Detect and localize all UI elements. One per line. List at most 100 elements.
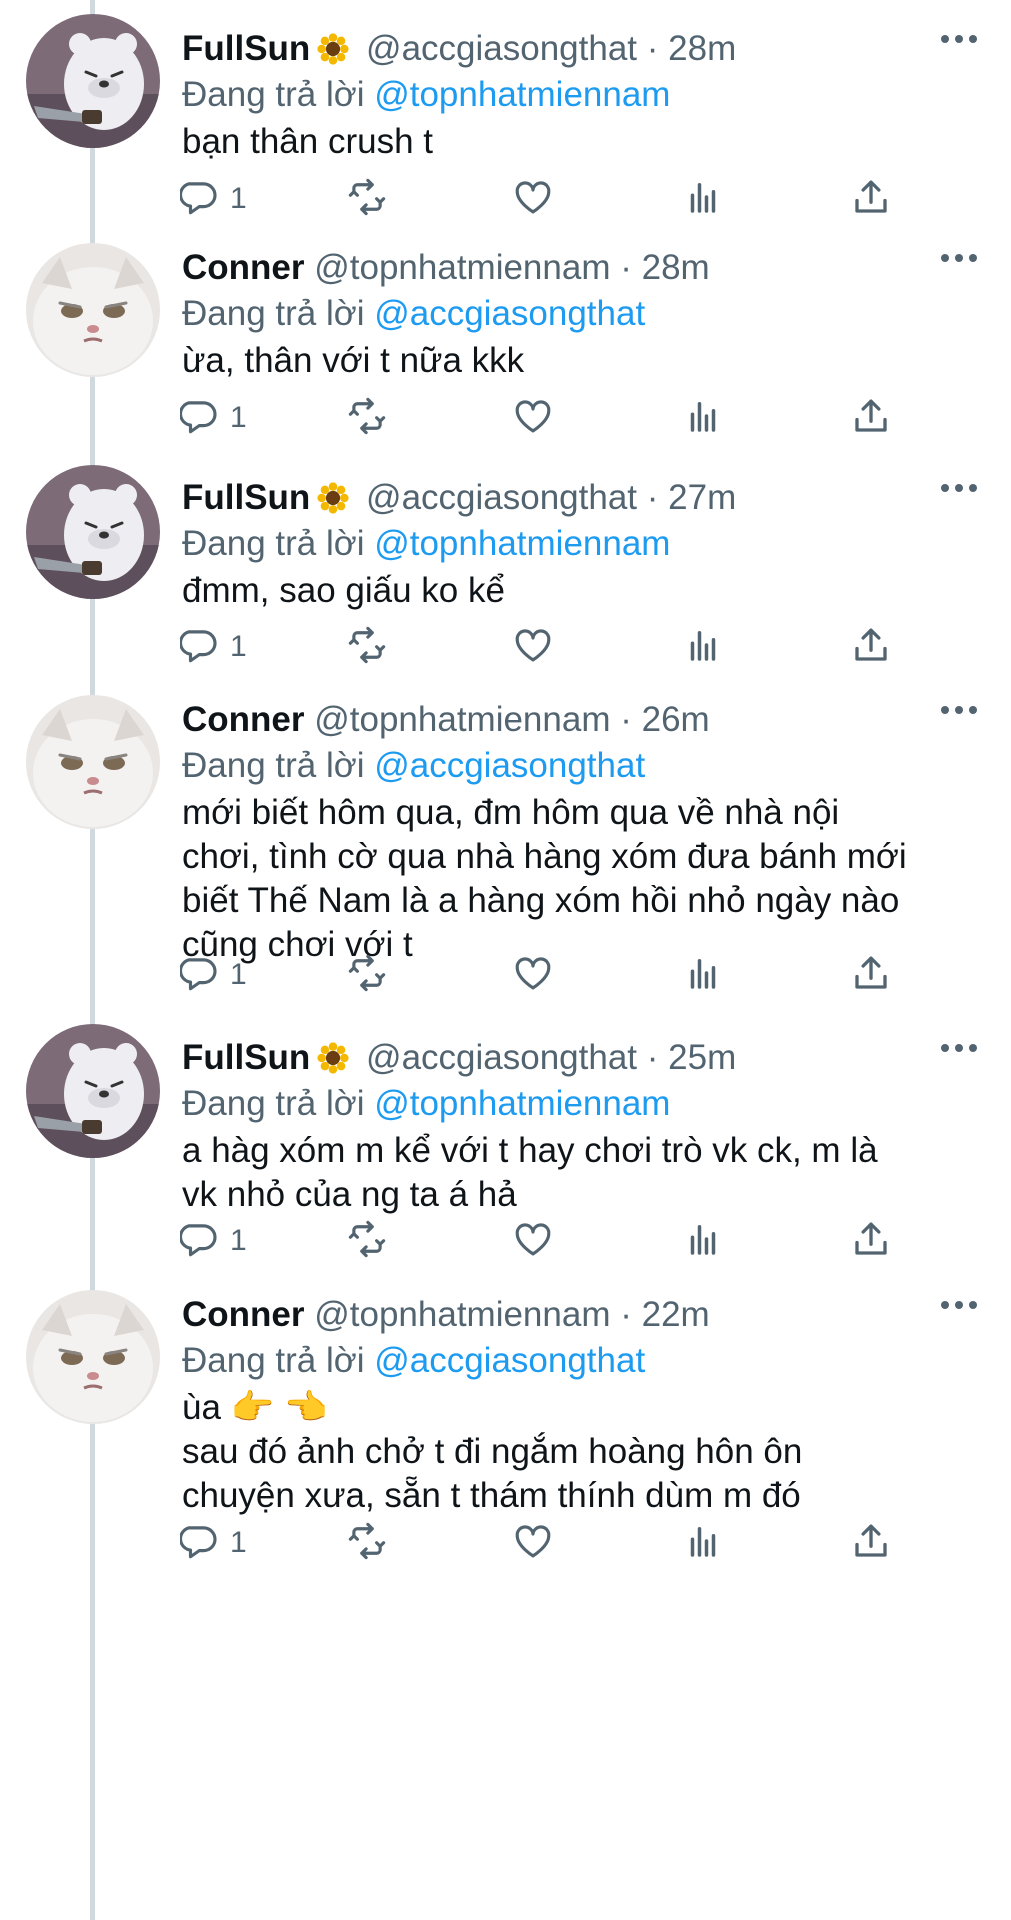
analytics-icon [682,624,724,671]
more-icon[interactable] [937,24,981,54]
author-name[interactable]: Conner [182,1295,305,1334]
separator: · [646,478,659,517]
analytics-icon [682,1218,724,1265]
more-icon[interactable] [937,1033,981,1063]
retweet-button[interactable] [346,174,388,224]
replying-to: Đang trả lời @topnhatmiennam [182,1083,670,1125]
tweet-header: FullSun @accgiasongthat · 27m [182,477,736,519]
replying-to-label: Đang trả lời [182,294,365,333]
author-name[interactable]: Conner [182,700,305,739]
analytics-button[interactable] [682,1518,724,1568]
share-icon [850,1218,892,1265]
like-button[interactable] [512,174,554,224]
author-handle[interactable]: @topnhatmiennam [314,248,610,287]
like-button[interactable] [512,393,554,443]
analytics-icon [682,176,724,223]
like-button[interactable] [512,1216,554,1266]
like-button[interactable] [512,622,554,672]
retweet-icon [346,176,388,223]
retweet-icon [346,952,388,999]
share-icon [850,395,892,442]
tweet-header: Conner @topnhatmiennam · 26m [182,699,710,741]
retweet-button[interactable] [346,1216,388,1266]
analytics-button[interactable] [682,622,724,672]
reply-icon [178,176,222,223]
author-name[interactable]: FullSun [182,1038,310,1077]
reply-button[interactable]: 1 [178,1216,247,1266]
more-icon[interactable] [937,1290,981,1320]
share-button[interactable] [850,174,892,224]
bear-avatar[interactable] [26,14,160,148]
tweet-header: Conner @topnhatmiennam · 22m [182,1294,710,1336]
reply-count: 1 [230,630,247,663]
share-button[interactable] [850,950,892,1000]
replying-to-label: Đang trả lời [182,75,365,114]
reply-icon [178,624,222,671]
analytics-button[interactable] [682,1216,724,1266]
analytics-icon [682,1520,724,1567]
analytics-button[interactable] [682,950,724,1000]
bear-avatar[interactable] [26,465,160,599]
share-button[interactable] [850,393,892,443]
tweet-actions: 1 [0,1216,1011,1266]
like-icon [512,176,554,223]
share-button[interactable] [850,1216,892,1266]
reply-button[interactable]: 1 [178,1518,247,1568]
tweet-actions: 1 [0,1518,1011,1568]
retweet-button[interactable] [346,1518,388,1568]
timestamp[interactable]: 26m [642,700,710,739]
more-icon[interactable] [937,695,981,725]
tweet-text: mới biết hôm qua, đm hôm qua về nhà nội … [182,793,907,964]
retweet-button[interactable] [346,393,388,443]
reply-count: 1 [230,401,247,434]
timestamp[interactable]: 22m [642,1295,710,1334]
author-name[interactable]: Conner [182,248,305,287]
author-handle[interactable]: @accgiasongthat [366,478,637,517]
reply-button[interactable]: 1 [178,950,247,1000]
share-button[interactable] [850,1518,892,1568]
cat-avatar[interactable] [26,695,160,829]
tweet-header: FullSun @accgiasongthat · 25m [182,1037,736,1079]
reply-button[interactable]: 1 [178,622,247,672]
tweet-actions: 1 [0,622,1011,672]
author-handle[interactable]: @topnhatmiennam [314,1295,610,1334]
tweet-text: đmm, sao giấu ko kể [182,571,505,610]
analytics-button[interactable] [682,393,724,443]
author-handle[interactable]: @accgiasongthat [366,1038,637,1077]
mention-link[interactable]: @topnhatmiennam [374,524,670,563]
author-name[interactable]: FullSun [182,29,310,68]
reply-count: 1 [230,958,247,991]
mention-link[interactable]: @accgiasongthat [374,1341,645,1380]
bear-avatar[interactable] [26,1024,160,1158]
mention-link[interactable]: @topnhatmiennam [374,75,670,114]
mention-link[interactable]: @topnhatmiennam [374,1084,670,1123]
reply-count: 1 [230,182,247,215]
cat-avatar[interactable] [26,243,160,377]
author-handle[interactable]: @accgiasongthat [366,29,637,68]
more-icon[interactable] [937,243,981,273]
share-button[interactable] [850,622,892,672]
more-icon[interactable] [937,473,981,503]
reply-button[interactable]: 1 [178,174,247,224]
replying-to-label: Đang trả lời [182,524,365,563]
replying-to-label: Đang trả lời [182,746,365,785]
author-handle[interactable]: @topnhatmiennam [314,700,610,739]
like-icon [512,624,554,671]
like-button[interactable] [512,950,554,1000]
analytics-button[interactable] [682,174,724,224]
like-button[interactable] [512,1518,554,1568]
timestamp[interactable]: 28m [668,29,736,68]
like-icon [512,952,554,999]
reply-button[interactable]: 1 [178,393,247,443]
timestamp[interactable]: 27m [668,478,736,517]
retweet-button[interactable] [346,950,388,1000]
retweet-button[interactable] [346,622,388,672]
reply-count: 1 [230,1224,247,1257]
mention-link[interactable]: @accgiasongthat [374,746,645,785]
timestamp[interactable]: 25m [668,1038,736,1077]
cat-avatar[interactable] [26,1290,160,1424]
author-name[interactable]: FullSun [182,478,310,517]
timestamp[interactable]: 28m [642,248,710,287]
sunflower-icon [310,478,356,517]
mention-link[interactable]: @accgiasongthat [374,294,645,333]
